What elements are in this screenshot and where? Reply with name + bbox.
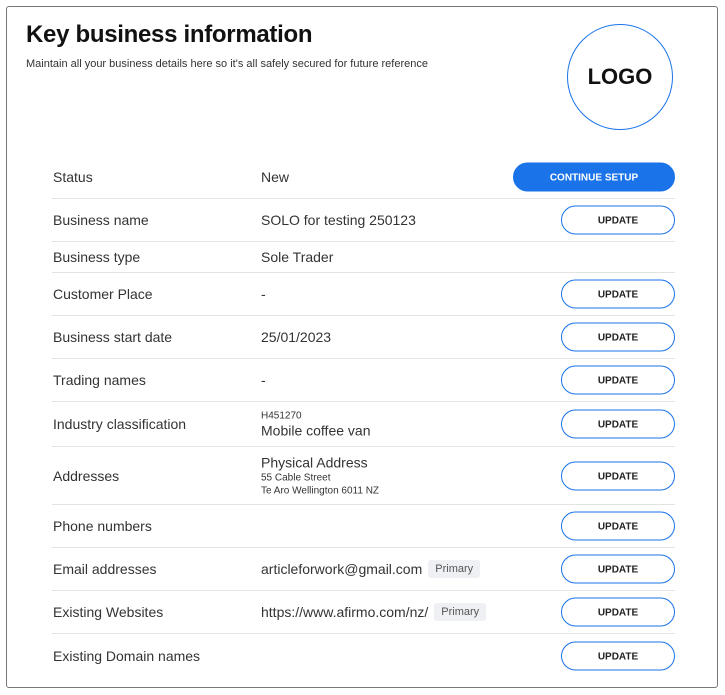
row-existing-websites: Existing Websites https://www.afirmo.com… (52, 591, 675, 634)
trading-names-label: Trading names (53, 372, 146, 388)
update-phone-numbers-button[interactable]: UPDATE (561, 511, 675, 541)
update-industry-button[interactable]: UPDATE (561, 409, 675, 439)
business-name-label: Business name (53, 212, 149, 228)
row-existing-domains: Existing Domain names UPDATE (52, 634, 675, 677)
start-date-value: 25/01/2023 (261, 329, 332, 345)
primary-badge: Primary (428, 560, 481, 578)
update-existing-websites-button[interactable]: UPDATE (561, 597, 675, 627)
row-email-addresses: Email addresses articleforwork@gmail.com… (52, 548, 675, 591)
primary-badge: Primary (434, 603, 487, 621)
row-phone-numbers: Phone numbers UPDATE (52, 505, 675, 548)
website-value-block: https://www.afirmo.com/nz/ Primary (261, 603, 487, 621)
industry-code: H451270 (261, 410, 302, 422)
continue-setup-button[interactable]: CONTINUE SETUP (513, 162, 675, 191)
industry-description: Mobile coffee van (261, 422, 371, 439)
address-type: Physical Address (261, 454, 368, 470)
status-label: Status (53, 168, 93, 185)
email-value-block: articleforwork@gmail.com Primary (261, 560, 481, 578)
row-customer-place: Customer Place - UPDATE (52, 273, 675, 316)
email-address: articleforwork@gmail.com (261, 561, 423, 577)
key-business-info-card: Key business information Maintain all yo… (6, 6, 718, 688)
row-status: Status New CONTINUE SETUP (52, 155, 675, 199)
update-email-addresses-button[interactable]: UPDATE (561, 554, 675, 584)
row-industry: Industry classification H451270 Mobile c… (52, 402, 675, 447)
phone-numbers-label: Phone numbers (53, 518, 152, 534)
start-date-label: Business start date (53, 329, 173, 345)
email-addresses-label: Email addresses (53, 561, 157, 577)
trading-names-value: - (261, 372, 266, 388)
customer-place-value: - (261, 286, 266, 302)
business-type-label: Business type (53, 249, 141, 265)
logo-placeholder[interactable]: LOGO (567, 24, 673, 130)
update-trading-names-button[interactable]: UPDATE (561, 365, 675, 395)
row-addresses: Addresses Physical Address 55 Cable Stre… (52, 447, 675, 505)
update-existing-domains-button[interactable]: UPDATE (561, 641, 675, 670)
page-subtitle: Maintain all your business details here … (26, 58, 428, 70)
row-trading-names: Trading names - UPDATE (52, 359, 675, 402)
status-value: New (261, 168, 290, 185)
customer-place-label: Customer Place (53, 286, 153, 302)
row-business-name: Business name SOLO for testing 250123 UP… (52, 199, 675, 242)
update-customer-place-button[interactable]: UPDATE (561, 279, 675, 309)
row-business-type: Business type Sole Trader (52, 242, 675, 273)
address-block: Physical Address 55 Cable Street Te Aro … (261, 454, 379, 497)
business-info-table: Status New CONTINUE SETUP Business name … (52, 155, 675, 677)
update-start-date-button[interactable]: UPDATE (561, 322, 675, 352)
existing-domains-label: Existing Domain names (53, 647, 201, 664)
page-title: Key business information (26, 21, 313, 48)
business-name-value: SOLO for testing 250123 (261, 212, 416, 228)
industry-label: Industry classification (53, 416, 187, 432)
website-url: https://www.afirmo.com/nz/ (261, 604, 429, 620)
row-start-date: Business start date 25/01/2023 UPDATE (52, 316, 675, 359)
address-line-1: 55 Cable Street (261, 472, 331, 483)
industry-value-block: H451270 Mobile coffee van (261, 410, 370, 439)
address-line-2: Te Aro Wellington 6011 NZ (261, 485, 380, 496)
business-type-value: Sole Trader (261, 249, 334, 265)
existing-websites-label: Existing Websites (53, 604, 164, 620)
addresses-label: Addresses (53, 467, 120, 484)
update-addresses-button[interactable]: UPDATE (561, 461, 675, 490)
update-business-name-button[interactable]: UPDATE (561, 205, 675, 235)
